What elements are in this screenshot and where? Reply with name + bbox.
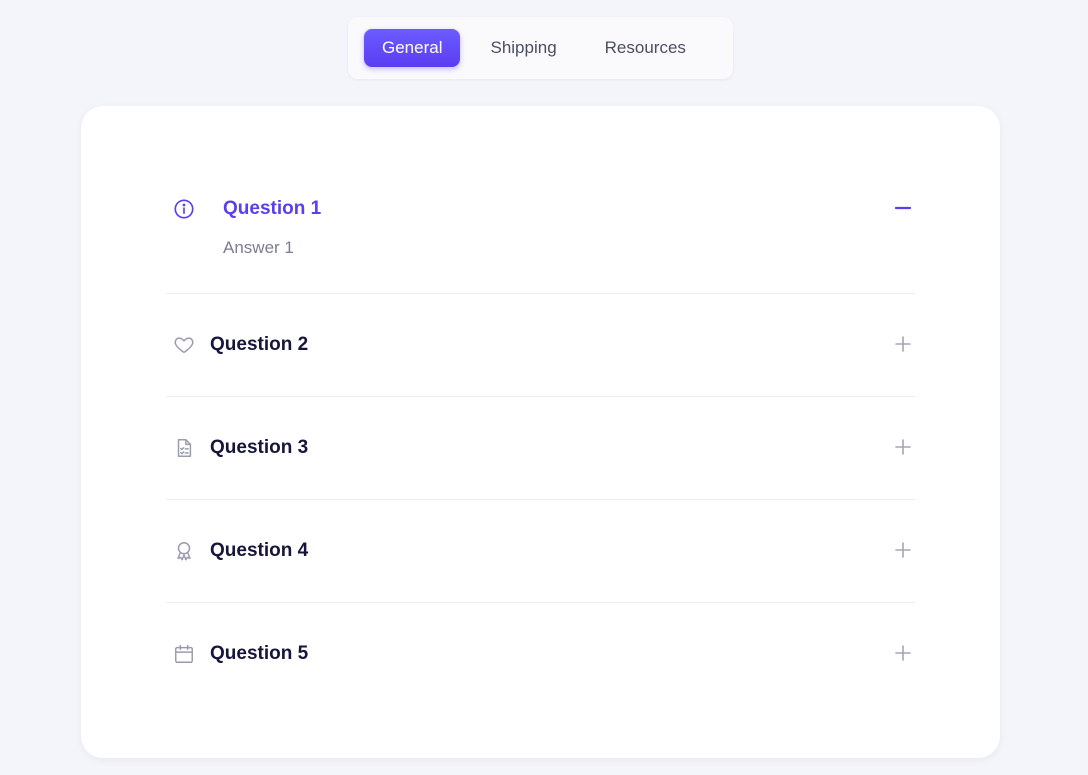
expand-plus-icon[interactable] — [893, 540, 913, 560]
collapse-minus-icon[interactable] — [893, 198, 913, 218]
heart-icon — [172, 333, 196, 357]
faq-item-5[interactable]: Question 5 — [166, 603, 915, 706]
info-icon — [172, 197, 196, 221]
faq-tab-bar: General Shipping Resources — [348, 17, 733, 79]
faq-answer-1: Answer 1 — [223, 238, 294, 257]
faq-item-4[interactable]: Question 4 — [166, 500, 915, 603]
tab-shipping[interactable]: Shipping — [472, 29, 574, 67]
faq-accordion: Question 1 Answer 1 Question 2 Question … — [166, 106, 915, 706]
faq-question-5[interactable]: Question 5 — [210, 643, 308, 665]
faq-item-1[interactable]: Question 1 Answer 1 — [166, 106, 915, 294]
tab-general[interactable]: General — [364, 29, 461, 67]
expand-plus-icon[interactable] — [893, 643, 913, 663]
faq-question-4[interactable]: Question 4 — [210, 540, 308, 562]
faq-question-3[interactable]: Question 3 — [210, 437, 308, 459]
faq-question-1[interactable]: Question 1 — [223, 198, 321, 220]
faq-question-2[interactable]: Question 2 — [210, 334, 308, 356]
faq-item-3[interactable]: Question 3 — [166, 397, 915, 500]
expand-plus-icon[interactable] — [893, 334, 913, 354]
checklist-document-icon — [172, 436, 196, 460]
faq-item-2[interactable]: Question 2 — [166, 294, 915, 397]
award-ribbon-icon — [172, 539, 196, 563]
calendar-icon — [172, 642, 196, 666]
faq-card: Question 1 Answer 1 Question 2 Question … — [81, 106, 1000, 758]
expand-plus-icon[interactable] — [893, 437, 913, 457]
tab-resources[interactable]: Resources — [587, 29, 704, 67]
